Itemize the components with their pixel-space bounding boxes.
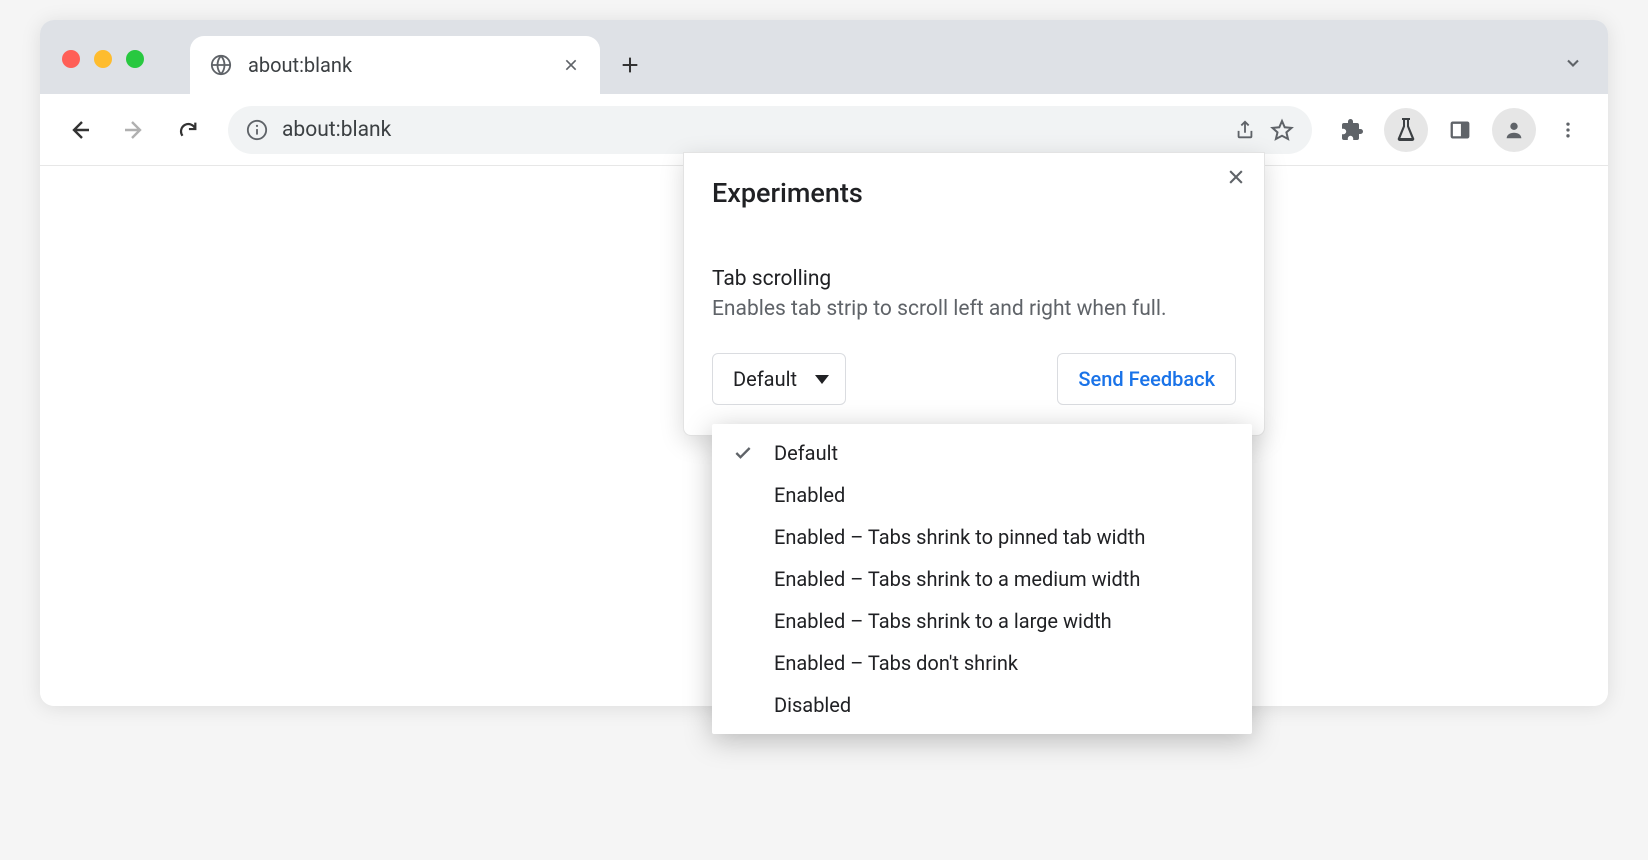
dropdown-option[interactable]: Enabled – Tabs shrink to pinned tab widt… [712,516,1252,558]
experiment-dropdown[interactable]: Default [712,353,846,405]
address-bar[interactable]: about:blank [228,106,1312,154]
profile-avatar-button[interactable] [1492,108,1536,152]
tab-title: about:blank [248,53,546,77]
dropdown-option-label: Enabled – Tabs don't shrink [774,651,1018,675]
address-text: about:blank [282,118,1220,142]
dropdown-caret-icon [815,375,829,384]
check-icon [730,443,756,463]
dropdown-option-label: Enabled – Tabs shrink to a medium width [774,567,1140,591]
window-controls [62,50,144,68]
dropdown-option[interactable]: Enabled – Tabs shrink to a large width [712,600,1252,642]
bookmark-star-icon[interactable] [1270,118,1294,142]
experiment-description: Enables tab strip to scroll left and rig… [712,297,1236,321]
tab-overflow-button[interactable] [1558,48,1588,78]
dropdown-option[interactable]: Enabled – Tabs don't shrink [712,642,1252,684]
dropdown-option[interactable]: Disabled [712,684,1252,726]
dropdown-option-label: Enabled [774,483,845,507]
dropdown-option-label: Enabled – Tabs shrink to pinned tab widt… [774,525,1145,549]
send-feedback-button[interactable]: Send Feedback [1057,353,1236,405]
globe-icon [210,54,232,76]
window-minimize-button[interactable] [94,50,112,68]
extensions-button[interactable] [1330,108,1374,152]
dropdown-option[interactable]: Default [712,432,1252,474]
site-info-icon[interactable] [246,119,268,141]
dropdown-option-label: Enabled – Tabs shrink to a large width [774,609,1112,633]
experiments-popup: Experiments Tab scrolling Enables tab st… [683,152,1265,436]
window-maximize-button[interactable] [126,50,144,68]
dropdown-selected-label: Default [733,367,797,391]
tab-close-button[interactable] [562,56,580,74]
dropdown-option[interactable]: Enabled – Tabs shrink to a medium width [712,558,1252,600]
experiment-name: Tab scrolling [712,267,1236,291]
reload-button[interactable] [166,108,210,152]
send-feedback-label: Send Feedback [1078,367,1215,391]
popup-title: Experiments [712,177,1236,209]
browser-tab[interactable]: about:blank [190,36,600,94]
dropdown-option-label: Default [774,441,838,465]
forward-button[interactable] [112,108,156,152]
tab-strip: about:blank [40,20,1608,94]
share-icon[interactable] [1234,119,1256,141]
side-panel-button[interactable] [1438,108,1482,152]
menu-kebab-button[interactable] [1546,108,1590,152]
back-button[interactable] [58,108,102,152]
window-close-button[interactable] [62,50,80,68]
popup-close-button[interactable] [1226,167,1246,187]
dropdown-option-label: Disabled [774,693,851,717]
experiments-flask-button[interactable] [1384,108,1428,152]
dropdown-menu: Default Enabled Enabled – Tabs shrink to p… [712,424,1252,734]
dropdown-option[interactable]: Enabled [712,474,1252,516]
new-tab-button[interactable] [608,43,652,87]
